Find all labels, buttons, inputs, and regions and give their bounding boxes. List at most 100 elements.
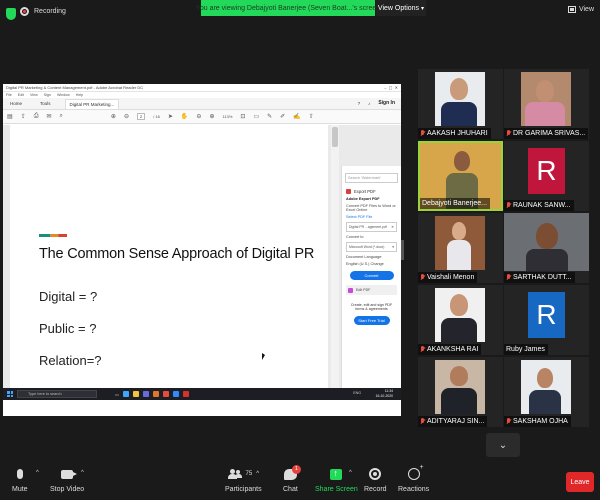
participant-tile[interactable]: Vaishali Menon <box>418 213 503 283</box>
remove-file-icon[interactable]: ✕ <box>391 225 394 229</box>
mute-button[interactable]: Mute <box>12 465 28 493</box>
participant-figure <box>454 151 470 171</box>
participant-tile[interactable]: SARTHAK DUTT... <box>504 213 589 283</box>
record-button[interactable]: Record <box>364 465 387 493</box>
participants-caret[interactable]: ^ <box>256 471 259 477</box>
highlight-icon[interactable]: ✐ <box>280 113 285 120</box>
next-page-icon[interactable]: ⊖ <box>124 113 129 120</box>
participant-avatar: R <box>528 148 565 194</box>
taskbar-search[interactable]: Type here to search <box>17 390 97 398</box>
meeting-toolbar: Mute ^ Stop Video ^ 75 ^ Participants 1 … <box>0 460 600 500</box>
scrollbar-thumb[interactable] <box>332 127 338 147</box>
participant-tile[interactable]: DR GARIMA SRIVAS... <box>504 69 589 139</box>
tab-tools[interactable]: Tools <box>36 99 55 108</box>
menu-view[interactable]: View <box>30 93 38 97</box>
windows-start-icon[interactable] <box>7 391 13 397</box>
reactions-button[interactable]: Reactions <box>398 464 429 493</box>
edge-icon[interactable] <box>122 391 129 397</box>
prev-page-icon[interactable]: ⊕ <box>111 113 116 120</box>
participant-tile[interactable]: AKANKSHA RAI <box>418 285 503 355</box>
save-icon[interactable]: ▤ <box>7 113 13 120</box>
zoom-out-icon[interactable]: ⊖ <box>196 113 201 120</box>
upload-icon[interactable]: ⇪ <box>21 113 26 120</box>
convert-button[interactable]: Convert <box>349 271 394 280</box>
acrobat-icon[interactable] <box>182 391 189 397</box>
record-icon <box>369 468 382 480</box>
participant-video <box>521 72 571 126</box>
print-icon[interactable]: ⎙ <box>34 113 39 120</box>
tab-document[interactable]: Digital PR Marketing... <box>64 98 120 109</box>
comment-icon[interactable]: ▭ <box>253 113 259 120</box>
stop-video-button[interactable]: Stop Video <box>50 465 84 493</box>
store-icon[interactable] <box>142 391 149 397</box>
participant-figure <box>441 388 477 414</box>
menu-sign[interactable]: Sign <box>44 93 51 97</box>
pdf-window-titlebar: Digital PR Marketing & Content Managemen… <box>3 84 401 92</box>
view-options-button[interactable]: View Options ▾ <box>376 0 426 16</box>
scroll-participants-down-button[interactable]: ⌄ <box>486 433 520 457</box>
tab-home[interactable]: Home <box>6 99 26 108</box>
mail-icon[interactable]: ✉ <box>47 113 52 120</box>
participant-name: Vaishali Menon <box>418 272 478 283</box>
participants-button[interactable]: 75 ^ Participants <box>225 465 262 493</box>
view-layout-button[interactable]: View <box>567 6 594 13</box>
participant-figure <box>450 366 468 386</box>
participant-tile[interactable]: R Ruby James <box>504 285 589 355</box>
mic-muted-icon <box>420 274 425 281</box>
watermark-search[interactable]: Search 'Watermark' <box>345 173 398 183</box>
search-icon[interactable]: ⌕ <box>60 113 63 120</box>
video-options-caret[interactable]: ^ <box>81 470 84 476</box>
hand-icon[interactable]: ✋ <box>181 113 188 120</box>
edit-pdf-item[interactable]: Edit PDF <box>346 285 397 295</box>
participant-figure <box>447 240 471 270</box>
menu-help[interactable]: Help <box>76 93 83 97</box>
taskbar-clock[interactable]: 11:34 16-10-2020 <box>376 389 393 398</box>
participant-tile[interactable]: AAKASH JHUHARI <box>418 69 503 139</box>
file-explorer-icon[interactable] <box>132 391 139 397</box>
security-shield-icon[interactable] <box>6 8 16 20</box>
free-trial-button[interactable]: Start Free Trial <box>353 316 390 325</box>
shared-screen[interactable]: Digital PR Marketing & Content Managemen… <box>3 84 401 416</box>
doc-language-value[interactable]: English (U.S.) Change <box>346 262 397 266</box>
participant-figure <box>536 223 558 249</box>
view-label: View <box>578 6 594 13</box>
page-number-input[interactable]: 2 <box>136 113 146 120</box>
participant-tile[interactable]: ADITYARAJ SIN... <box>418 357 503 427</box>
participant-tile-active-speaker[interactable]: Debajyoti Banerjee... <box>418 141 503 211</box>
menu-file[interactable]: File <box>6 93 12 97</box>
participant-tile[interactable]: SAKSHAM OJHA <box>504 357 589 427</box>
mic-muted-icon <box>506 418 511 425</box>
format-select[interactable]: Microsoft Word (*.docx) ▾ <box>346 242 397 252</box>
participant-tile[interactable]: R RAUNAK SANW... <box>504 141 589 211</box>
export-pdf-title: Export PDF <box>354 189 376 194</box>
chrome-icon[interactable] <box>162 391 169 397</box>
pointer-icon[interactable]: ➤ <box>168 113 173 120</box>
pen-icon[interactable]: ✎ <box>267 113 272 120</box>
selected-file[interactable]: Digital PR ...agement.pdf ✕ <box>346 222 397 232</box>
help-icon[interactable]: ? <box>358 101 361 106</box>
firefox-icon[interactable] <box>152 391 159 397</box>
splitter-handle[interactable] <box>401 240 404 260</box>
leave-button[interactable]: Leave <box>566 472 594 492</box>
sign-icon[interactable]: ✍ <box>293 113 300 120</box>
menu-edit[interactable]: Edit <box>18 93 24 97</box>
fit-icon[interactable]: ⊡ <box>240 113 245 120</box>
mic-muted-icon <box>420 346 425 353</box>
sign-in-button[interactable]: Sign In <box>378 100 395 106</box>
zoom-in-icon[interactable]: ⊕ <box>209 113 214 120</box>
select-pdf-label: Select PDF File <box>346 215 373 219</box>
adobe-export-header: Adobe Export PDF <box>346 197 380 201</box>
zoom-app-icon[interactable] <box>172 391 179 397</box>
language-indicator[interactable]: ENG <box>353 391 361 395</box>
pdf-scrollbar[interactable] <box>331 125 339 388</box>
menu-window[interactable]: Window <box>57 93 70 97</box>
share-options-caret[interactable]: ^ <box>349 470 352 476</box>
bell-icon[interactable]: ♪ <box>368 101 370 106</box>
chat-button[interactable]: 1 Chat <box>283 464 301 493</box>
zoom-level[interactable]: 113% <box>222 114 232 119</box>
share-icon[interactable]: ⇧ <box>309 113 314 120</box>
export-pdf-header[interactable]: Export PDF <box>346 189 397 194</box>
participant-figure <box>452 222 466 240</box>
task-view-icon[interactable]: ▭ <box>115 392 119 397</box>
audio-options-caret[interactable]: ^ <box>36 470 39 476</box>
